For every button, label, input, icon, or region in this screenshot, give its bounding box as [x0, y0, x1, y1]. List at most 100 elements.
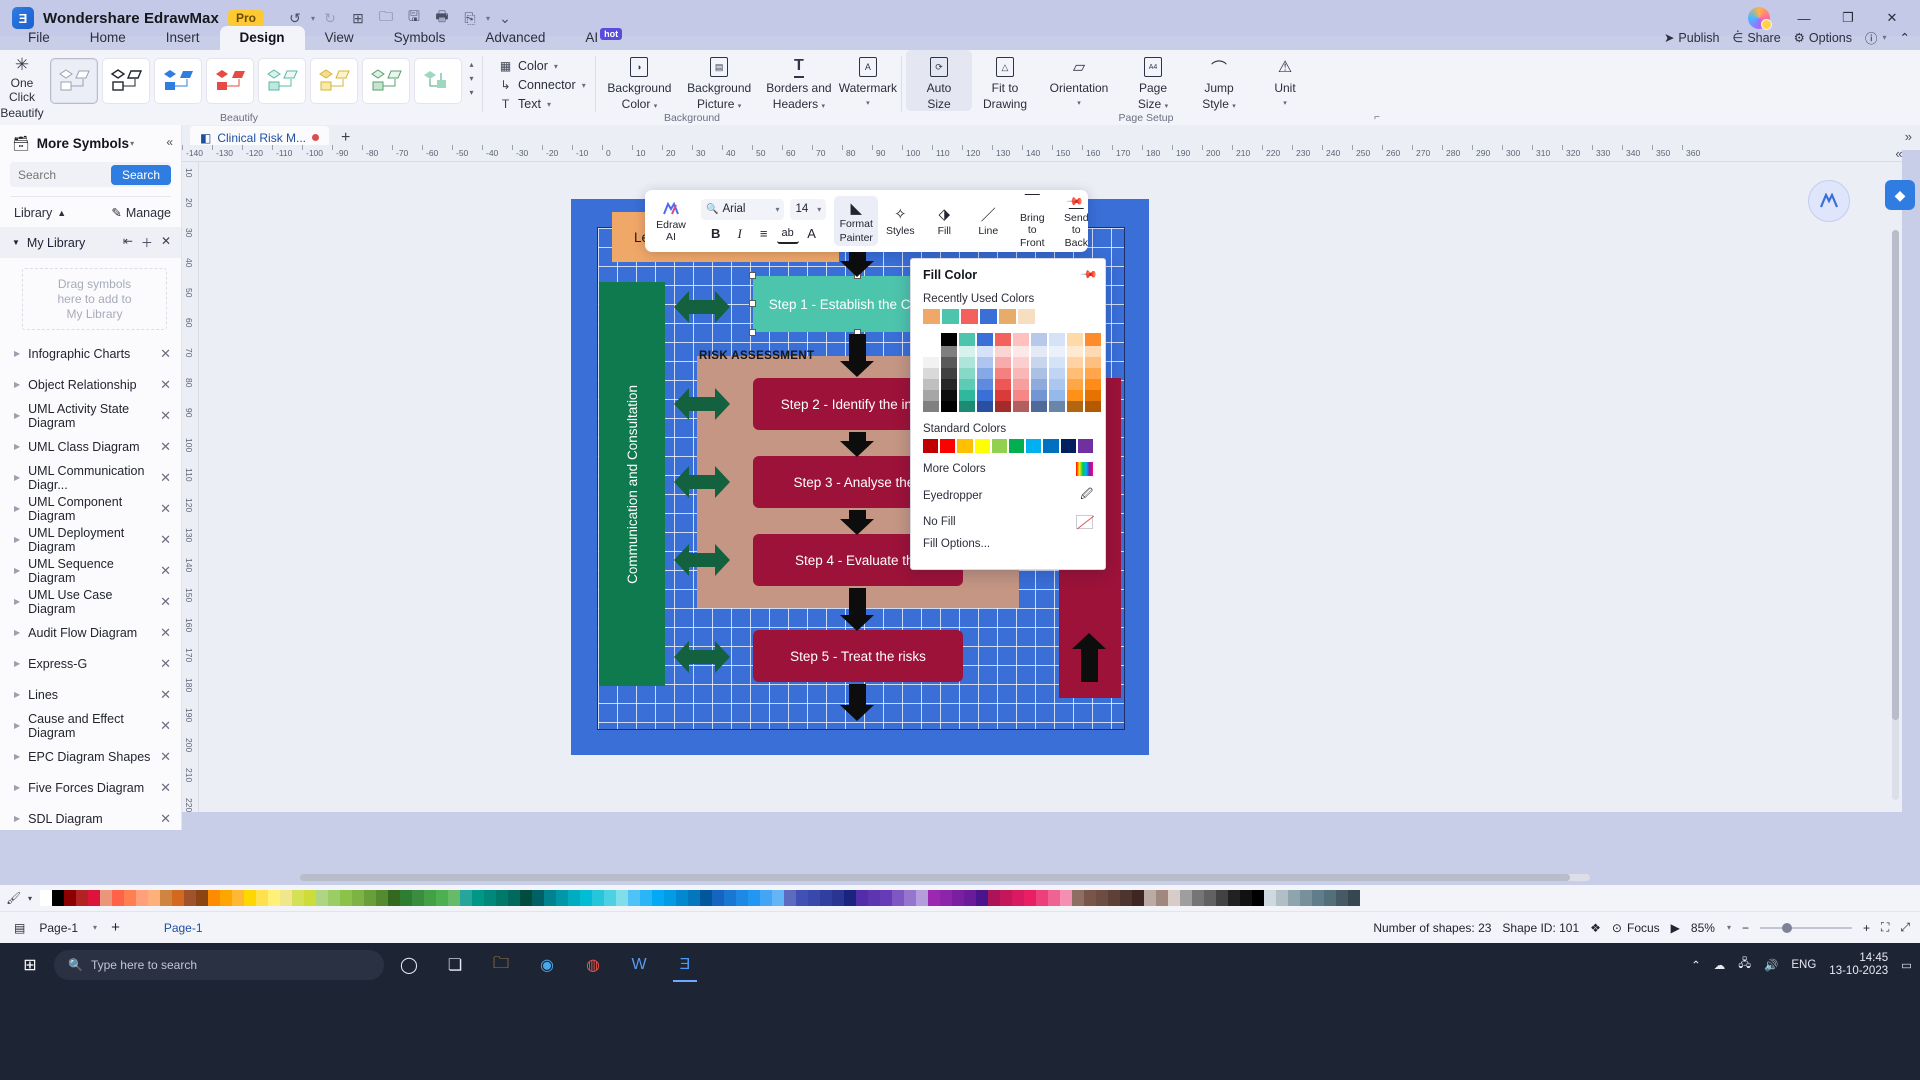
- theme-tint-swatch[interactable]: [941, 379, 957, 390]
- quick-color-swatch[interactable]: [736, 890, 748, 906]
- color-strip-caret-icon[interactable]: ▾: [28, 894, 40, 903]
- remove-icon[interactable]: ✕: [160, 718, 171, 734]
- theme-color-swatch[interactable]: [941, 333, 957, 346]
- file-explorer-icon[interactable]: 🗀: [480, 947, 522, 983]
- step-5-shape[interactable]: Step 5 - Treat the risks: [753, 630, 963, 682]
- quick-color-swatch[interactable]: [100, 890, 112, 906]
- quick-color-swatch[interactable]: [340, 890, 352, 906]
- quick-color-swatch[interactable]: [460, 890, 472, 906]
- font-size-select[interactable]: 14 ▾: [790, 198, 827, 220]
- theme-color-swatch[interactable]: [995, 333, 1011, 346]
- quick-color-swatch[interactable]: [724, 890, 736, 906]
- close-icon[interactable]: ✕: [161, 234, 171, 251]
- quick-color-swatch[interactable]: [796, 890, 808, 906]
- theme-tint-swatch[interactable]: [1067, 390, 1083, 401]
- selection-handle-ml[interactable]: [749, 300, 756, 307]
- quick-color-swatch[interactable]: [520, 890, 532, 906]
- fill-options-row[interactable]: Fill Options...: [923, 538, 1093, 550]
- zoom-slider[interactable]: [1759, 922, 1852, 934]
- quick-color-swatch[interactable]: [1000, 890, 1012, 906]
- add-tab-button[interactable]: +: [341, 129, 350, 147]
- recent-color-swatch[interactable]: [999, 309, 1016, 324]
- quick-color-swatch[interactable]: [484, 890, 496, 906]
- remove-icon[interactable]: ✕: [160, 625, 171, 641]
- network-icon[interactable]: 🖧: [1738, 956, 1751, 975]
- quick-color-swatch[interactable]: [160, 890, 172, 906]
- quick-color-swatch[interactable]: [1132, 890, 1144, 906]
- quick-color-swatch[interactable]: [964, 890, 976, 906]
- theme-tint-swatch[interactable]: [941, 401, 957, 412]
- remove-icon[interactable]: ✕: [160, 780, 171, 796]
- theme-color-swatch[interactable]: [923, 333, 939, 346]
- theme-tint-swatch[interactable]: [1049, 401, 1065, 412]
- quick-color-swatch[interactable]: [1312, 890, 1324, 906]
- theme-tint-swatch[interactable]: [923, 401, 939, 412]
- chevron-up-icon[interactable]: ⌃: [1691, 958, 1701, 972]
- library-item-uml-class[interactable]: ▶ UML Class Diagram ✕: [0, 431, 181, 462]
- quick-color-swatch[interactable]: [112, 890, 124, 906]
- theme-tint-swatch[interactable]: [1049, 379, 1065, 390]
- double-arrow-5[interactable]: [674, 641, 730, 673]
- theme-tint-swatch[interactable]: [1067, 379, 1083, 390]
- orientation-button[interactable]: ▱ Orientation ▾: [1038, 50, 1120, 111]
- theme-tint-swatch[interactable]: [1085, 357, 1101, 368]
- my-library-row[interactable]: ▼ My Library ⇤ ＋ ✕: [0, 227, 181, 258]
- remove-icon[interactable]: ✕: [160, 656, 171, 672]
- library-item-cause-effect[interactable]: ▶ Cause and Effect Diagram ✕: [0, 710, 181, 741]
- quick-color-swatch[interactable]: [1336, 890, 1348, 906]
- theme-tint-swatch[interactable]: [1085, 346, 1101, 357]
- watermark-button[interactable]: A Watermark ▾: [839, 50, 897, 111]
- export-caret-icon[interactable]: ▾: [486, 14, 490, 23]
- quick-color-swatch[interactable]: [916, 890, 928, 906]
- undo-caret-icon[interactable]: ▾: [311, 14, 315, 23]
- task-view-icon[interactable]: ❏: [434, 947, 476, 983]
- remove-icon[interactable]: ✕: [160, 346, 171, 362]
- quick-color-swatch[interactable]: [424, 890, 436, 906]
- theme-tint-swatch[interactable]: [1049, 368, 1065, 379]
- import-icon[interactable]: ⇤: [123, 234, 133, 251]
- theme-tint-swatch[interactable]: [959, 357, 975, 368]
- quick-color-swatch[interactable]: [472, 890, 484, 906]
- style-thumb-2[interactable]: [102, 58, 150, 104]
- quick-color-swatch[interactable]: [748, 890, 760, 906]
- library-item-express-g[interactable]: ▶ Express-G ✕: [0, 648, 181, 679]
- quick-color-swatch[interactable]: [1348, 890, 1360, 906]
- format-painter-button[interactable]: ◣ Format Painter: [834, 196, 879, 246]
- quick-color-swatch[interactable]: [244, 890, 256, 906]
- quick-color-swatch[interactable]: [604, 890, 616, 906]
- quick-color-swatch[interactable]: [928, 890, 940, 906]
- watermark-caret-icon[interactable]: ▾: [839, 97, 897, 111]
- quick-color-swatch[interactable]: [892, 890, 904, 906]
- quick-color-swatch[interactable]: [976, 890, 988, 906]
- more-symbols-caret-icon[interactable]: ▾: [130, 139, 134, 148]
- font-family-select[interactable]: 🔍 Arial ▾: [701, 198, 785, 220]
- quick-color-swatch[interactable]: [352, 890, 364, 906]
- tab-insert[interactable]: Insert: [146, 26, 220, 50]
- vertical-scrollbar[interactable]: [1892, 230, 1899, 800]
- quick-color-swatch[interactable]: [376, 890, 388, 906]
- quick-color-swatch[interactable]: [400, 890, 412, 906]
- quick-color-swatch[interactable]: [148, 890, 160, 906]
- recent-color-swatch[interactable]: [1018, 309, 1035, 324]
- fullscreen-icon[interactable]: ⤢: [1900, 920, 1910, 935]
- options-button[interactable]: ⚙ Options: [1794, 30, 1852, 46]
- theme-tint-swatch[interactable]: [1085, 390, 1101, 401]
- quick-color-swatch[interactable]: [304, 890, 316, 906]
- quick-color-swatch[interactable]: [1180, 890, 1192, 906]
- page-size-button[interactable]: A4 Page Size ▾: [1120, 50, 1186, 114]
- library-item-five-forces[interactable]: ▶ Five Forces Diagram ✕: [0, 772, 181, 803]
- search-input[interactable]: [10, 167, 104, 182]
- library-collapse-icon[interactable]: ▲: [57, 208, 66, 218]
- add-page-button[interactable]: +: [111, 919, 120, 936]
- style-thumb-7[interactable]: [362, 58, 410, 104]
- theme-tint-swatch[interactable]: [1067, 368, 1083, 379]
- recent-color-swatch[interactable]: [942, 309, 959, 324]
- library-item-uml-sequence[interactable]: ▶ UML Sequence Diagram ✕: [0, 555, 181, 586]
- remove-icon[interactable]: ✕: [160, 439, 171, 455]
- edraw-ai-button[interactable]: Edraw AI: [649, 197, 693, 245]
- quick-color-swatch[interactable]: [952, 890, 964, 906]
- theme-tint-swatch[interactable]: [941, 368, 957, 379]
- hscroll-thumb[interactable]: [300, 874, 1570, 881]
- help-button[interactable]: ⓘ ▾: [1865, 28, 1887, 47]
- quick-color-swatch[interactable]: [1036, 890, 1048, 906]
